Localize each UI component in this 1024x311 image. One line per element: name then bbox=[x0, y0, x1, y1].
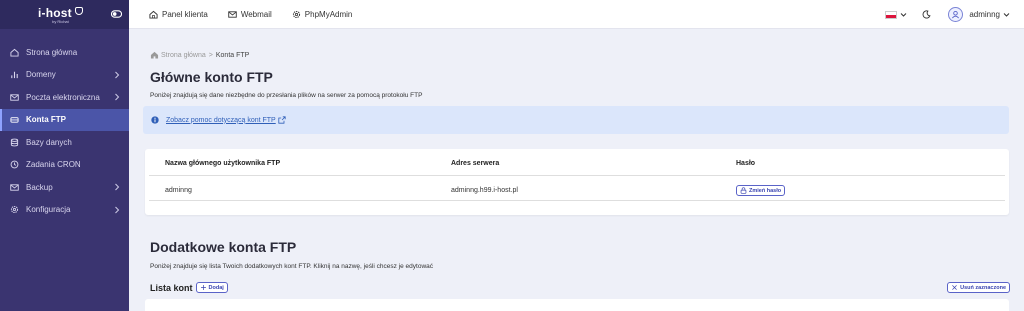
breadcrumb-home[interactable]: Strona główna bbox=[161, 52, 206, 59]
logo[interactable]: i-host by Richat bbox=[38, 6, 83, 24]
main-account-description: Poniżej znajdują się dane niezbędne do p… bbox=[150, 92, 423, 99]
collapse-sidebar-icon[interactable] bbox=[111, 9, 122, 19]
mail-icon bbox=[228, 10, 237, 18]
breadcrumb-current: Konta FTP bbox=[215, 51, 250, 59]
bar-chart-icon bbox=[11, 72, 18, 79]
sidebar-item-label: Bazy danych bbox=[26, 137, 72, 147]
column-header: Nazwa głównego użytkownika FTP bbox=[165, 160, 281, 167]
sidebar-item-bazy-danych[interactable]: Bazy danych bbox=[0, 131, 129, 154]
lock-icon bbox=[740, 187, 747, 194]
dark-mode-icon[interactable] bbox=[922, 10, 931, 19]
change-password-button[interactable]: Zmień hasło bbox=[736, 185, 786, 196]
sidebar: i-host by Richat Strona główna Domeny Pocz… bbox=[0, 0, 129, 311]
gear-icon bbox=[292, 10, 300, 18]
sidebar-item-konfiguracja[interactable]: Konfiguracja bbox=[0, 199, 129, 222]
external-link-icon[interactable] bbox=[278, 116, 286, 124]
sidebar-item-backup[interactable]: Backup bbox=[0, 176, 129, 199]
brand: i-host by Richat bbox=[0, 0, 129, 29]
column-header: Adres serwera bbox=[451, 160, 500, 167]
sidebar-item-label: Zadania CRON bbox=[26, 160, 81, 170]
accounts-list-card bbox=[145, 299, 1009, 311]
topbar-link-label: Webmail bbox=[240, 9, 272, 19]
main-content: Strona główna > Konta FTP Główne konto F… bbox=[129, 29, 1024, 311]
page-title: Główne konto FTP bbox=[150, 69, 273, 85]
column-header: Hasło bbox=[736, 160, 756, 167]
sidebar-item-label: Domeny bbox=[26, 70, 56, 80]
main-account-card: Nazwa głównego użytkownika FTP Adres ser… bbox=[145, 149, 1009, 215]
clock-icon bbox=[10, 160, 19, 169]
table-row: adminng adminng.h99.i-host.pl Zmień hasł… bbox=[149, 181, 1005, 201]
add-account-label: Dodaj bbox=[208, 284, 224, 291]
chevron-right-icon bbox=[115, 206, 120, 213]
help-link-label: Zobacz pomoc dotyczącą kont FTP bbox=[166, 116, 276, 124]
topbar-link-phpmyadmin[interactable]: PhpMyAdmin bbox=[292, 9, 353, 19]
language-flag-icon[interactable] bbox=[885, 10, 898, 19]
topbar-link-label: PhpMyAdmin bbox=[304, 9, 353, 19]
brand-sub: by Richat bbox=[52, 18, 69, 24]
chevron-right-icon bbox=[115, 183, 120, 191]
drive-icon bbox=[10, 117, 19, 123]
help-link[interactable]: Zobacz pomoc dotyczącą kont FTP bbox=[166, 117, 276, 124]
sidebar-item-label: Poczta elektroniczna bbox=[26, 92, 100, 102]
additional-accounts-description: Poniżej znajduje się lista Twoich dodatk… bbox=[150, 263, 434, 270]
topbar: Panel klienta Webmail PhpMyAdmin adminng bbox=[129, 0, 1024, 29]
sidebar-nav: Strona główna Domeny Poczta elektroniczna K… bbox=[0, 41, 129, 221]
home-icon[interactable] bbox=[150, 51, 159, 59]
sidebar-item-poczta-elektroniczna[interactable]: Poczta elektroniczna bbox=[0, 86, 129, 109]
home-icon bbox=[149, 10, 158, 19]
plus-icon bbox=[200, 285, 206, 290]
password-cell: Zmień hasło bbox=[736, 185, 786, 196]
topbar-right: adminng bbox=[885, 0, 1010, 29]
home-icon bbox=[10, 48, 19, 57]
brand-name: i-host bbox=[38, 5, 72, 20]
chevron-right-icon bbox=[115, 71, 120, 78]
user-icon bbox=[952, 10, 960, 19]
add-account-button[interactable]: Dodaj bbox=[195, 282, 228, 293]
delete-selected-label: Usuń zaznaczone bbox=[960, 284, 1006, 291]
logo-mark-icon bbox=[74, 6, 83, 15]
help-info-box: Zobacz pomoc dotyczącą kont FTP bbox=[143, 106, 1009, 134]
topbar-link-panel[interactable]: Panel klienta bbox=[149, 10, 208, 19]
ftp-user-cell: adminng bbox=[165, 187, 192, 194]
breadcrumb-separator: > bbox=[208, 51, 213, 59]
sidebar-item-label: Backup bbox=[26, 182, 53, 192]
avatar[interactable] bbox=[948, 7, 964, 22]
change-password-label: Zmień hasło bbox=[749, 187, 782, 194]
info-icon bbox=[151, 116, 159, 124]
sidebar-item-label: Strona główna bbox=[26, 47, 78, 57]
sidebar-item-label: Konta FTP bbox=[26, 115, 66, 125]
server-address-cell: adminng.h99.i-host.pl bbox=[451, 187, 518, 194]
chevron-down-icon[interactable] bbox=[900, 12, 907, 18]
mail-icon bbox=[10, 94, 19, 101]
sidebar-item-domeny[interactable]: Domeny bbox=[0, 64, 129, 87]
breadcrumb: Strona główna > Konta FTP bbox=[150, 51, 249, 59]
database-icon bbox=[10, 138, 19, 147]
sidebar-item-strona-g-wna[interactable]: Strona główna bbox=[0, 41, 129, 64]
close-icon bbox=[952, 285, 958, 290]
gear-icon bbox=[10, 206, 19, 214]
list-title-label: Lista kont bbox=[150, 282, 193, 293]
sidebar-item-zadania-cron[interactable]: Zadania CRON bbox=[0, 154, 129, 177]
sidebar-item-konta-ftp[interactable]: Konta FTP bbox=[0, 108, 129, 131]
sidebar-item-label: Konfiguracja bbox=[26, 205, 71, 215]
topbar-link-label: Panel klienta bbox=[162, 9, 208, 19]
table-header: Nazwa głównego użytkownika FTP Adres ser… bbox=[149, 160, 1005, 176]
archive-icon bbox=[10, 184, 19, 191]
additional-accounts-title: Dodatkowe konta FTP bbox=[150, 239, 297, 255]
topbar-link-webmail[interactable]: Webmail bbox=[228, 10, 272, 19]
chevron-right-icon bbox=[115, 93, 120, 101]
chevron-down-icon[interactable] bbox=[1003, 12, 1010, 18]
delete-selected-button[interactable]: Usuń zaznaczone bbox=[947, 282, 1010, 293]
user-name[interactable]: adminng bbox=[969, 10, 1000, 19]
accounts-list-title: Lista kont Dodaj bbox=[150, 282, 228, 293]
